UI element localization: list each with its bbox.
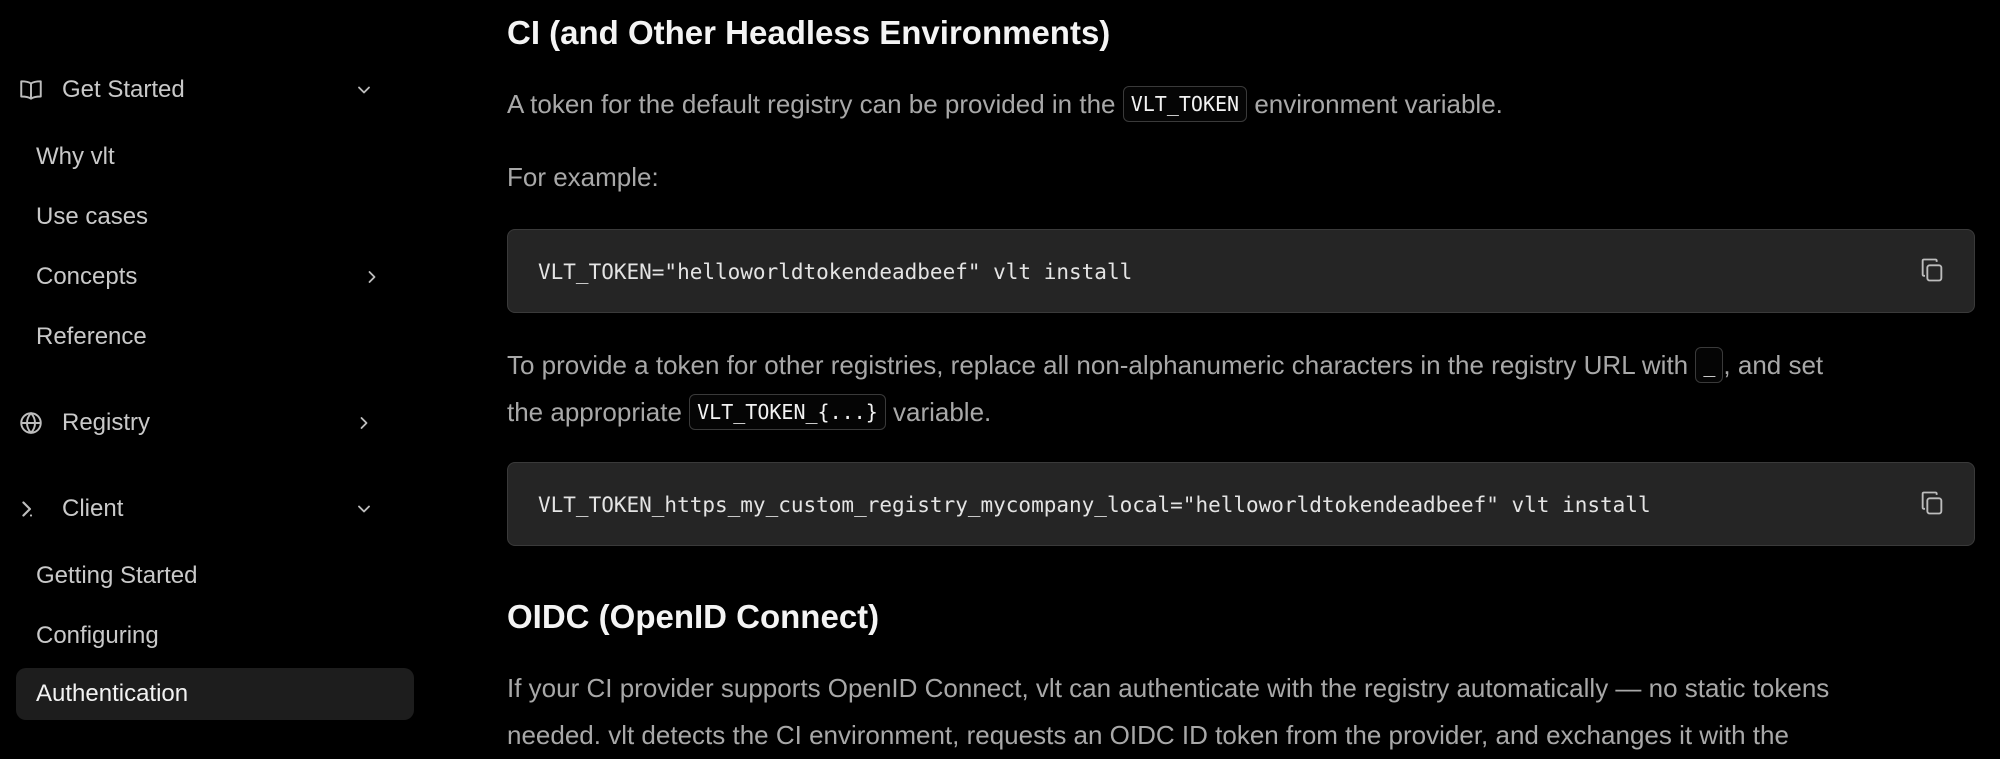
chevron-right-icon[interactable]: [352, 411, 376, 435]
sidebar-group-label: Get Started: [62, 76, 185, 103]
heading-oidc: OIDC (OpenID Connect): [507, 598, 880, 635]
paragraph-other-registries-1: To provide a token for other registries,…: [507, 342, 1977, 389]
text: A token for the default registry can be …: [507, 89, 1123, 119]
code-block: VLT_TOKEN="helloworldtokendeadbeef" vlt …: [507, 229, 1975, 313]
paragraph-oidc-1: If your CI provider supports OpenID Conn…: [507, 673, 1830, 703]
paragraph-for-example: For example:: [507, 162, 659, 192]
chevron-down-icon[interactable]: [352, 78, 376, 102]
heading-ci: CI (and Other Headless Environments): [507, 14, 1111, 51]
chevron-right-icon[interactable]: [360, 265, 384, 289]
sidebar-item-use-cases[interactable]: Use cases: [16, 191, 414, 243]
sidebar-group-label: Client: [62, 495, 124, 522]
inline-code: VLT_TOKEN_{...}: [689, 394, 886, 430]
code-text: VLT_TOKEN_https_my_custom_registry_mycom…: [538, 493, 1651, 517]
sidebar-item-authentication[interactable]: Authentication: [16, 668, 414, 720]
paragraph-default-token: A token for the default registry can be …: [507, 81, 1977, 128]
sidebar-item-configuring[interactable]: Configuring: [16, 610, 414, 662]
sidebar-group-get-started[interactable]: Get Started: [16, 68, 396, 112]
inline-code: _: [1695, 347, 1724, 383]
sidebar-item-concepts[interactable]: Concepts: [16, 251, 414, 303]
sidebar-group-label: Registry: [62, 409, 151, 436]
text: To provide a token for other registries,…: [507, 350, 1696, 380]
paragraph-oidc-2: needed. vlt detects the CI environment, …: [507, 720, 1789, 750]
copy-icon[interactable]: [1918, 256, 1946, 284]
sidebar-item-getting-started[interactable]: Getting Started: [16, 550, 414, 602]
code-text: VLT_TOKEN="helloworldtokendeadbeef" vlt …: [538, 260, 1133, 284]
sidebar: Get Started Why vlt Use cases Concepts R…: [0, 0, 420, 738]
sidebar-item-why-vlt[interactable]: Why vlt: [16, 131, 414, 183]
sidebar-group-client[interactable]: Client: [16, 487, 396, 531]
text: variable.: [885, 397, 992, 427]
globe-icon: [16, 408, 46, 438]
sidebar-item-label: Concepts: [36, 263, 138, 290]
sidebar-item-reference[interactable]: Reference: [16, 311, 414, 363]
terminal-prompt-icon: [16, 494, 46, 524]
text: the appropriate: [507, 397, 690, 427]
code-block: VLT_TOKEN_https_my_custom_registry_mycom…: [507, 462, 1975, 546]
inline-code: VLT_TOKEN: [1122, 86, 1248, 122]
copy-icon[interactable]: [1918, 489, 1946, 517]
text: , and set: [1723, 350, 1824, 380]
book-icon: [16, 75, 46, 105]
paragraph-other-registries-2: the appropriate VLT_TOKEN_{...} variable…: [507, 389, 1977, 436]
text: environment variable.: [1247, 89, 1503, 119]
chevron-down-icon[interactable]: [352, 497, 376, 521]
sidebar-group-registry[interactable]: Registry: [16, 401, 396, 445]
